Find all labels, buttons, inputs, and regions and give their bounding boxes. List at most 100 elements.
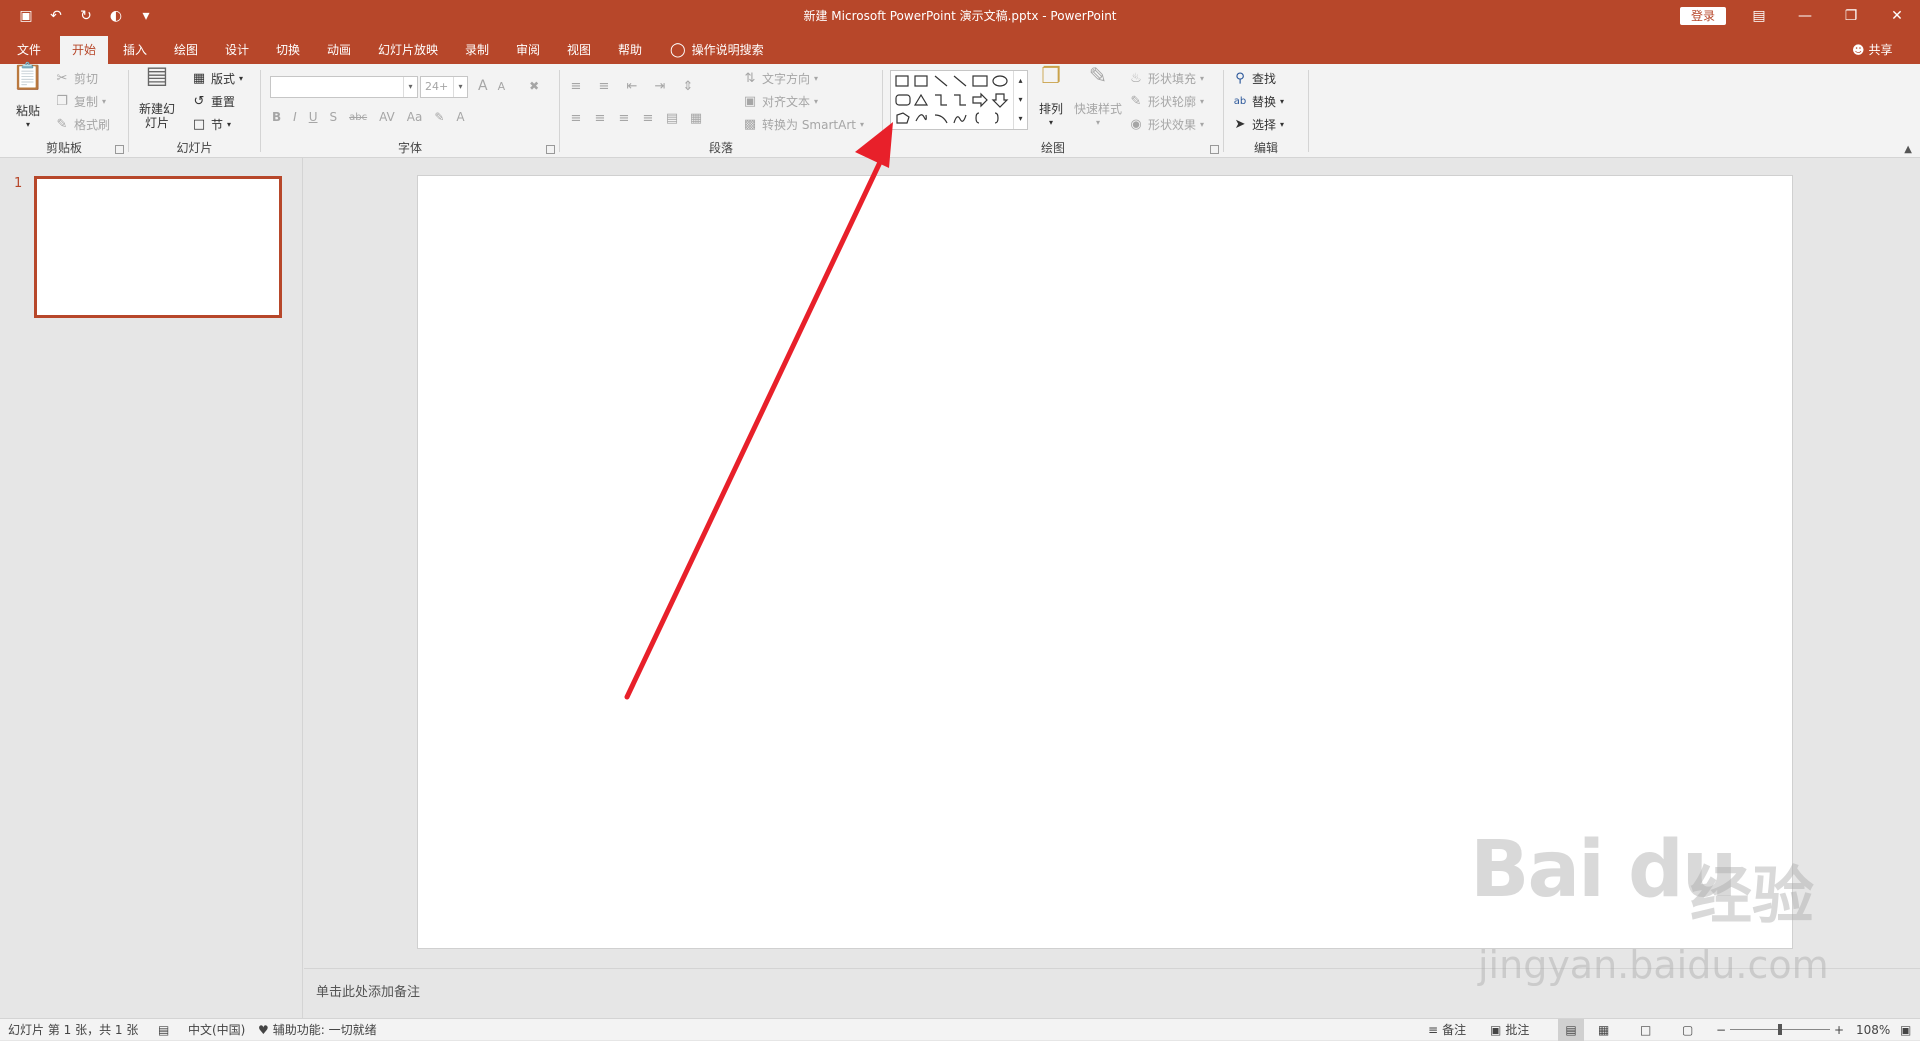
restore-icon[interactable]: ❐ (1828, 0, 1874, 32)
zoom-in-icon[interactable]: + (1834, 1019, 1844, 1041)
gallery-more-icon[interactable]: ▾ (1014, 109, 1027, 128)
new-slide-button[interactable]: ▤ 新建幻灯片 (135, 63, 179, 130)
align-right-icon[interactable]: ≡ (616, 110, 632, 126)
tab-draw[interactable]: 绘图 (165, 36, 207, 64)
slide-thumbnails-pane: 1 (0, 158, 303, 1018)
select-button[interactable]: ➤ 选择 ▾ (1232, 116, 1284, 133)
reading-view-icon[interactable]: □ (1640, 1019, 1651, 1041)
decrease-indent-icon[interactable]: ⇤ (624, 78, 640, 94)
chevron-down-icon[interactable]: ▾ (453, 77, 467, 97)
italic-button[interactable]: I (293, 110, 297, 124)
customize-icon[interactable]: ▾ (134, 4, 158, 28)
collapse-ribbon-icon[interactable]: ▲ (1904, 144, 1912, 155)
accessibility-status[interactable]: ♥ 辅助功能: 一切就绪 (258, 1019, 377, 1041)
reset-button[interactable]: ↺ 重置 (191, 93, 235, 110)
tab-design[interactable]: 设计 (216, 36, 258, 64)
copy-button[interactable]: ❐ 复制 ▾ (54, 93, 106, 110)
tab-insert[interactable]: 插入 (114, 36, 156, 64)
tell-me-search[interactable]: ◯ 操作说明搜索 (670, 36, 764, 64)
spellcheck-icon[interactable]: ▤ (158, 1019, 169, 1041)
ribbon-display-icon[interactable]: ▤ (1736, 0, 1782, 32)
language-indicator[interactable]: 中文(中国) (188, 1019, 245, 1041)
font-color-button[interactable]: A (456, 110, 464, 124)
slideshow-icon[interactable]: ▢ (1682, 1019, 1693, 1041)
vertical-textbox-icon (914, 75, 928, 87)
tab-view[interactable]: 视图 (558, 36, 600, 64)
shape-outline-button[interactable]: ✎ 形状轮廓 ▾ (1128, 93, 1204, 110)
arrange-button[interactable]: ❐ 排列 ▾ (1034, 66, 1068, 130)
save-icon[interactable]: ▣ (14, 4, 38, 28)
undo-icon[interactable]: ↶ (44, 4, 68, 28)
chevron-down-icon[interactable]: ▾ (1014, 90, 1027, 109)
tab-transitions[interactable]: 切换 (267, 36, 309, 64)
columns-dropdown-icon[interactable]: ▦ (688, 110, 704, 126)
login-button[interactable]: 登录 (1680, 7, 1726, 25)
font-size-combobox[interactable]: 24+ ▾ (420, 76, 468, 98)
quick-styles-button[interactable]: ✎ 快速样式 ▾ (1072, 66, 1124, 130)
section-button[interactable]: □ 节 ▾ (191, 116, 231, 133)
close-icon[interactable]: ✕ (1874, 0, 1920, 32)
slide-sorter-icon[interactable]: ▦ (1598, 1019, 1609, 1041)
zoom-level[interactable]: 108% (1856, 1019, 1890, 1041)
highlight-icon[interactable]: ✎ (434, 110, 444, 124)
chevron-up-icon[interactable]: ▴ (1014, 71, 1027, 90)
comments-toggle[interactable]: ▣ 批注 (1490, 1019, 1529, 1041)
clear-format-icon[interactable]: ✖ (529, 79, 539, 93)
replace-button[interactable]: ab 替换 ▾ (1232, 93, 1284, 110)
align-center-icon[interactable]: ≡ (592, 110, 608, 126)
slide-thumbnail[interactable] (34, 176, 282, 318)
tab-record[interactable]: 录制 (456, 36, 498, 64)
cut-button[interactable]: ✂ 剪切 (54, 70, 98, 87)
bold-button[interactable]: B (272, 110, 281, 124)
shapes-gallery[interactable]: ▴ ▾ ▾ (890, 70, 1028, 130)
redo-icon[interactable]: ↻ (74, 4, 98, 28)
font-name-combobox[interactable]: ▾ (270, 76, 418, 98)
tab-slideshow[interactable]: 幻灯片放映 (372, 36, 444, 64)
tab-animations[interactable]: 动画 (318, 36, 360, 64)
justify-icon[interactable]: ≡ (640, 110, 656, 126)
curve-icon (953, 114, 967, 124)
zoom-out-icon[interactable]: − (1716, 1019, 1726, 1041)
tab-review[interactable]: 审阅 (507, 36, 549, 64)
clipboard-launcher[interactable] (115, 145, 124, 154)
shape-fill-button[interactable]: ♨ 形状填充 ▾ (1128, 70, 1204, 87)
fit-slide-icon[interactable]: ▣ (1900, 1019, 1911, 1041)
align-text-button[interactable]: ▣ 对齐文本 ▾ (742, 93, 818, 110)
notes-placeholder: 单击此处添加备注 (316, 985, 421, 1000)
change-case-button[interactable]: Aa (407, 110, 423, 124)
format-painter-button[interactable]: ✎ 格式刷 (54, 116, 110, 133)
tab-home[interactable]: 开始 (60, 36, 108, 64)
tab-help[interactable]: 帮助 (609, 36, 651, 64)
shape-effects-button[interactable]: ◉ 形状效果 ▾ (1128, 116, 1204, 133)
underline-button[interactable]: U (309, 110, 318, 124)
drawing-launcher[interactable] (1210, 145, 1219, 154)
triangle-icon (913, 93, 929, 106)
columns-icon[interactable]: ▤ (664, 110, 680, 126)
increase-indent-icon[interactable]: ⇥ (652, 78, 668, 94)
tab-file[interactable]: 文件 (8, 36, 50, 64)
paste-button[interactable]: 📋 粘贴 ▾ (10, 64, 46, 132)
strikethrough-button[interactable]: abc (349, 112, 367, 123)
numbering-icon[interactable]: ≡ (596, 78, 612, 94)
text-direction-button[interactable]: ⇅ 文字方向 ▾ (742, 70, 818, 87)
present-icon[interactable]: ◐ (104, 4, 128, 28)
shadow-button[interactable]: S (330, 110, 338, 124)
chevron-down-icon[interactable]: ▾ (403, 77, 417, 97)
ribbon-home: 📋 粘贴 ▾ ✂ 剪切 ❐ 复制 ▾ ✎ 格式刷 剪贴板 ▤ 新建幻灯片 ▦ 版… (0, 63, 1920, 158)
line-spacing-icon[interactable]: ⇕ (680, 78, 696, 94)
notes-toggle[interactable]: ≡ 备注 (1428, 1019, 1466, 1041)
char-spacing-button[interactable]: AV (379, 110, 395, 124)
normal-view-icon[interactable]: ▤ (1558, 1019, 1584, 1041)
bullets-icon[interactable]: ≡ (568, 78, 584, 94)
grow-font-button[interactable]: A (478, 78, 488, 94)
zoom-slider-thumb[interactable] (1778, 1024, 1782, 1035)
find-button[interactable]: ⚲ 查找 (1232, 70, 1276, 87)
layout-button[interactable]: ▦ 版式 ▾ (191, 70, 243, 87)
font-launcher[interactable] (546, 145, 555, 154)
shapes-gallery-scroll[interactable]: ▴ ▾ ▾ (1013, 71, 1027, 129)
shrink-font-button[interactable]: A (498, 80, 506, 93)
smartart-button[interactable]: ▩ 转换为 SmartArt ▾ (742, 116, 864, 133)
align-left-icon[interactable]: ≡ (568, 110, 584, 126)
minimize-icon[interactable]: — (1782, 0, 1828, 32)
share-button[interactable]: ☻ 共享 (1852, 36, 1893, 64)
